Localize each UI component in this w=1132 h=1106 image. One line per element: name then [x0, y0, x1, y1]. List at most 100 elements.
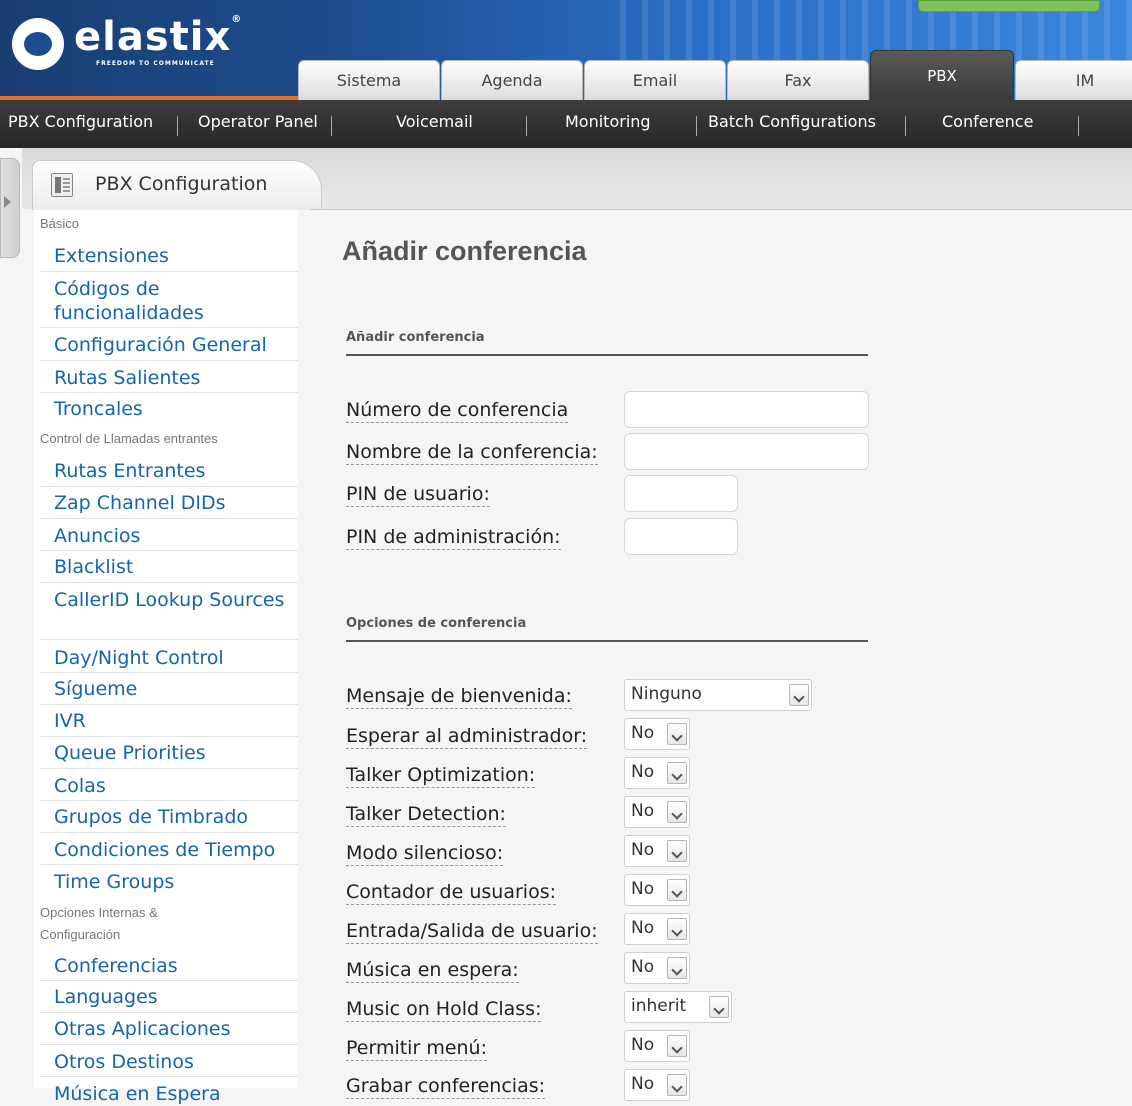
- label-talker-detection: Talker Detection:: [346, 803, 506, 827]
- subnav-monitoring[interactable]: Monitoring: [565, 100, 651, 148]
- sidebar-item-languages[interactable]: Languages: [54, 985, 298, 1009]
- sidebar-item-rutas-entrantes[interactable]: Rutas Entrantes: [54, 459, 298, 483]
- label-contador-usuarios: Contador de usuarios:: [346, 881, 556, 905]
- sidebar-item-conferencias[interactable]: Conferencias: [54, 954, 298, 978]
- select-value: inherit: [631, 996, 687, 1016]
- label-permitir-menu: Permitir menú:: [346, 1037, 487, 1061]
- sidebar-item-otros-destinos[interactable]: Otros Destinos: [54, 1050, 298, 1074]
- label-talker-optimization: Talker Optimization:: [346, 764, 536, 788]
- sidebar-divider: [40, 736, 298, 737]
- tab-sistema[interactable]: Sistema: [298, 60, 440, 100]
- sidebar-divider: [40, 768, 298, 769]
- label-numero-conferencia: Número de conferencia: [346, 399, 569, 423]
- panel-tab-pbx-configuration[interactable]: PBX Configuration: [32, 160, 322, 210]
- chevron-down-icon: [667, 1035, 687, 1057]
- sidebar-item-codigos-funcionalidades[interactable]: Códigos de funcionalidades: [54, 277, 298, 325]
- subnav-voicemail[interactable]: Voicemail: [396, 100, 473, 148]
- sidebar-divider: [40, 832, 298, 833]
- record-conference-select[interactable]: No: [624, 1069, 690, 1101]
- admin-pin-input[interactable]: [624, 518, 738, 555]
- conference-number-input[interactable]: [624, 391, 869, 428]
- sidebar-divider: [40, 864, 298, 865]
- tab-im[interactable]: IM: [1015, 60, 1132, 100]
- tab-pbx[interactable]: PBX: [870, 50, 1014, 100]
- page-title: Añadir conferencia: [342, 236, 587, 266]
- sidebar-item-configuracion-general[interactable]: Configuración General: [54, 333, 298, 357]
- phone-icon: [51, 173, 73, 197]
- chevron-down-icon: [667, 723, 687, 745]
- sidebar-item-rutas-salientes[interactable]: Rutas Salientes: [54, 366, 298, 390]
- user-join-leave-select[interactable]: No: [624, 913, 690, 945]
- talker-detection-select[interactable]: No: [624, 796, 690, 828]
- tab-agenda[interactable]: Agenda: [441, 60, 583, 100]
- sidebar-item-colas[interactable]: Colas: [54, 774, 298, 798]
- music-on-hold-select[interactable]: No: [624, 952, 690, 984]
- sidebar-menu: Básico Extensiones Códigos de funcionali…: [34, 210, 298, 1105]
- subnav-operator-panel[interactable]: Operator Panel: [198, 100, 318, 148]
- elastix-logo[interactable]: elastix® FREEDOM TO COMMUNICATE: [12, 14, 302, 84]
- subnav-separator: [905, 116, 906, 136]
- subnav-separator: [331, 116, 332, 136]
- subnav-batch-configurations[interactable]: Batch Configurations: [708, 100, 876, 148]
- sidebar-item-extensiones[interactable]: Extensiones: [54, 244, 298, 268]
- sidebar-divider: [40, 980, 298, 981]
- user-count-select[interactable]: No: [624, 874, 690, 906]
- sub-navigation: PBX Configuration Operator Panel Voicema…: [0, 100, 1132, 148]
- user-pin-input[interactable]: [624, 475, 738, 512]
- music-on-hold-class-select[interactable]: inherit: [624, 991, 732, 1023]
- sidebar-divider: [40, 1076, 298, 1077]
- sidebar-item-otras-aplicaciones[interactable]: Otras Aplicaciones: [54, 1017, 298, 1041]
- label-nombre-conferencia: Nombre de la conferencia:: [346, 441, 598, 465]
- welcome-message-select[interactable]: Ninguno: [624, 679, 812, 711]
- sidebar-item-troncales[interactable]: Troncales: [54, 397, 298, 421]
- sidebar-divider: [40, 639, 298, 640]
- subnav-separator: [177, 116, 178, 136]
- subnav-separator: [526, 116, 527, 136]
- conference-name-input[interactable]: [624, 433, 869, 470]
- sidebar-divider: [40, 800, 298, 801]
- chevron-down-icon: [789, 684, 809, 706]
- sidebar-item-grupos-de-timbrado[interactable]: Grupos de Timbrado: [54, 805, 298, 829]
- subnav-conference[interactable]: Conference: [942, 100, 1033, 148]
- sidebar-item-condiciones-de-tiempo[interactable]: Condiciones de Tiempo: [54, 838, 298, 862]
- section-title-add-conference: Añadir conferencia: [346, 330, 485, 345]
- tab-email[interactable]: Email: [584, 60, 726, 100]
- label-grabar-conferencias: Grabar conferencias:: [346, 1075, 546, 1099]
- tab-fax[interactable]: Fax: [727, 60, 869, 100]
- sidebar-item-sigueme[interactable]: Sígueme: [54, 677, 298, 701]
- select-value: No: [631, 957, 655, 977]
- sidebar-divider: [40, 486, 298, 487]
- sidebar-item-day-night-control[interactable]: Day/Night Control: [54, 646, 298, 670]
- wait-admin-select[interactable]: No: [624, 718, 690, 750]
- sidebar-toggle-handle[interactable]: [0, 158, 20, 258]
- select-value: No: [631, 1074, 655, 1094]
- sidebar-item-zap-channel-dids[interactable]: Zap Channel DIDs: [54, 491, 298, 515]
- quiet-mode-select[interactable]: No: [624, 835, 690, 867]
- label-mensaje-bienvenida: Mensaje de bienvenida:: [346, 685, 572, 709]
- sidebar-divider: [40, 582, 298, 583]
- select-value: No: [631, 723, 655, 743]
- main-content: Añadir conferencia Añadir conferencia Nú…: [310, 210, 1132, 1101]
- expand-arrow-icon: [4, 196, 11, 208]
- sidebar-item-queue-priorities[interactable]: Queue Priorities: [54, 741, 298, 765]
- subnav-pbx-configuration[interactable]: PBX Configuration: [8, 100, 153, 148]
- sidebar-divider: [40, 271, 298, 272]
- label-music-on-hold-class: Music on Hold Class:: [346, 998, 542, 1022]
- select-value: No: [631, 840, 655, 860]
- sidebar-divider: [40, 518, 298, 519]
- sidebar-section-header: Control de Llamadas entrantes: [40, 431, 218, 446]
- sidebar-divider: [40, 360, 298, 361]
- header-green-tab[interactable]: [918, 0, 1100, 12]
- sidebar-item-time-groups[interactable]: Time Groups: [54, 870, 298, 894]
- logo-word: elastix®: [74, 14, 243, 60]
- logo-mark-icon: [12, 18, 64, 70]
- talker-optimization-select[interactable]: No: [624, 757, 690, 789]
- sidebar-item-blacklist[interactable]: Blacklist: [54, 555, 298, 579]
- sidebar-item-musica-en-espera[interactable]: Música en Espera: [54, 1082, 298, 1106]
- sidebar-divider: [40, 672, 298, 673]
- chevron-down-icon: [667, 957, 687, 979]
- sidebar-item-ivr[interactable]: IVR: [54, 709, 298, 733]
- sidebar-item-anuncios[interactable]: Anuncios: [54, 524, 298, 548]
- allow-menu-select[interactable]: No: [624, 1030, 690, 1062]
- sidebar-item-callerid-lookup-sources[interactable]: CallerID Lookup Sources: [54, 588, 298, 612]
